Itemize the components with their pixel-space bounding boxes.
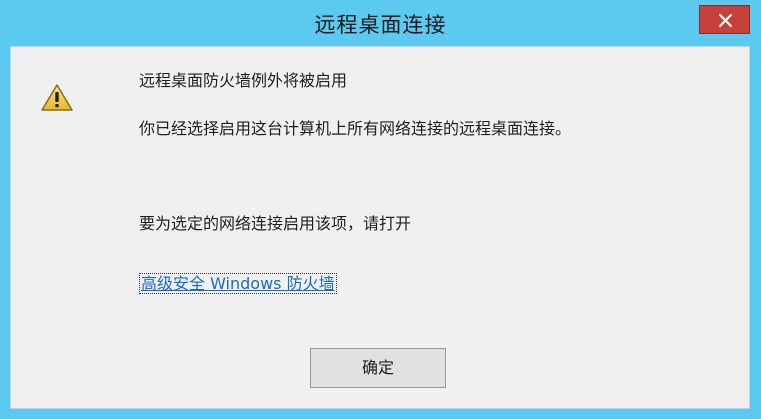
dialog-window: 远程桌面连接 远程桌面防火墙例外将被启用 你已经选择启用这台计算机上所有网络连接…	[0, 0, 761, 419]
dialog-instruction: 要为选定的网络连接启用该项，请打开	[139, 214, 412, 233]
advanced-firewall-link-text[interactable]: 高级安全 Windows 防火墙	[139, 273, 337, 294]
close-button[interactable]	[699, 5, 750, 34]
ok-button[interactable]: 确定	[310, 348, 446, 388]
warning-icon	[41, 84, 73, 111]
close-icon	[719, 14, 732, 27]
dialog-body: 远程桌面防火墙例外将被启用 你已经选择启用这台计算机上所有网络连接的远程桌面连接…	[10, 46, 750, 409]
advanced-firewall-link[interactable]: 高级安全 Windows 防火墙	[139, 270, 337, 298]
dialog-heading: 远程桌面防火墙例外将被启用	[139, 71, 348, 90]
dialog-message: 你已经选择启用这台计算机上所有网络连接的远程桌面连接。	[139, 119, 572, 138]
title-bar[interactable]: 远程桌面连接	[0, 0, 761, 46]
window-title: 远程桌面连接	[314, 13, 447, 37]
